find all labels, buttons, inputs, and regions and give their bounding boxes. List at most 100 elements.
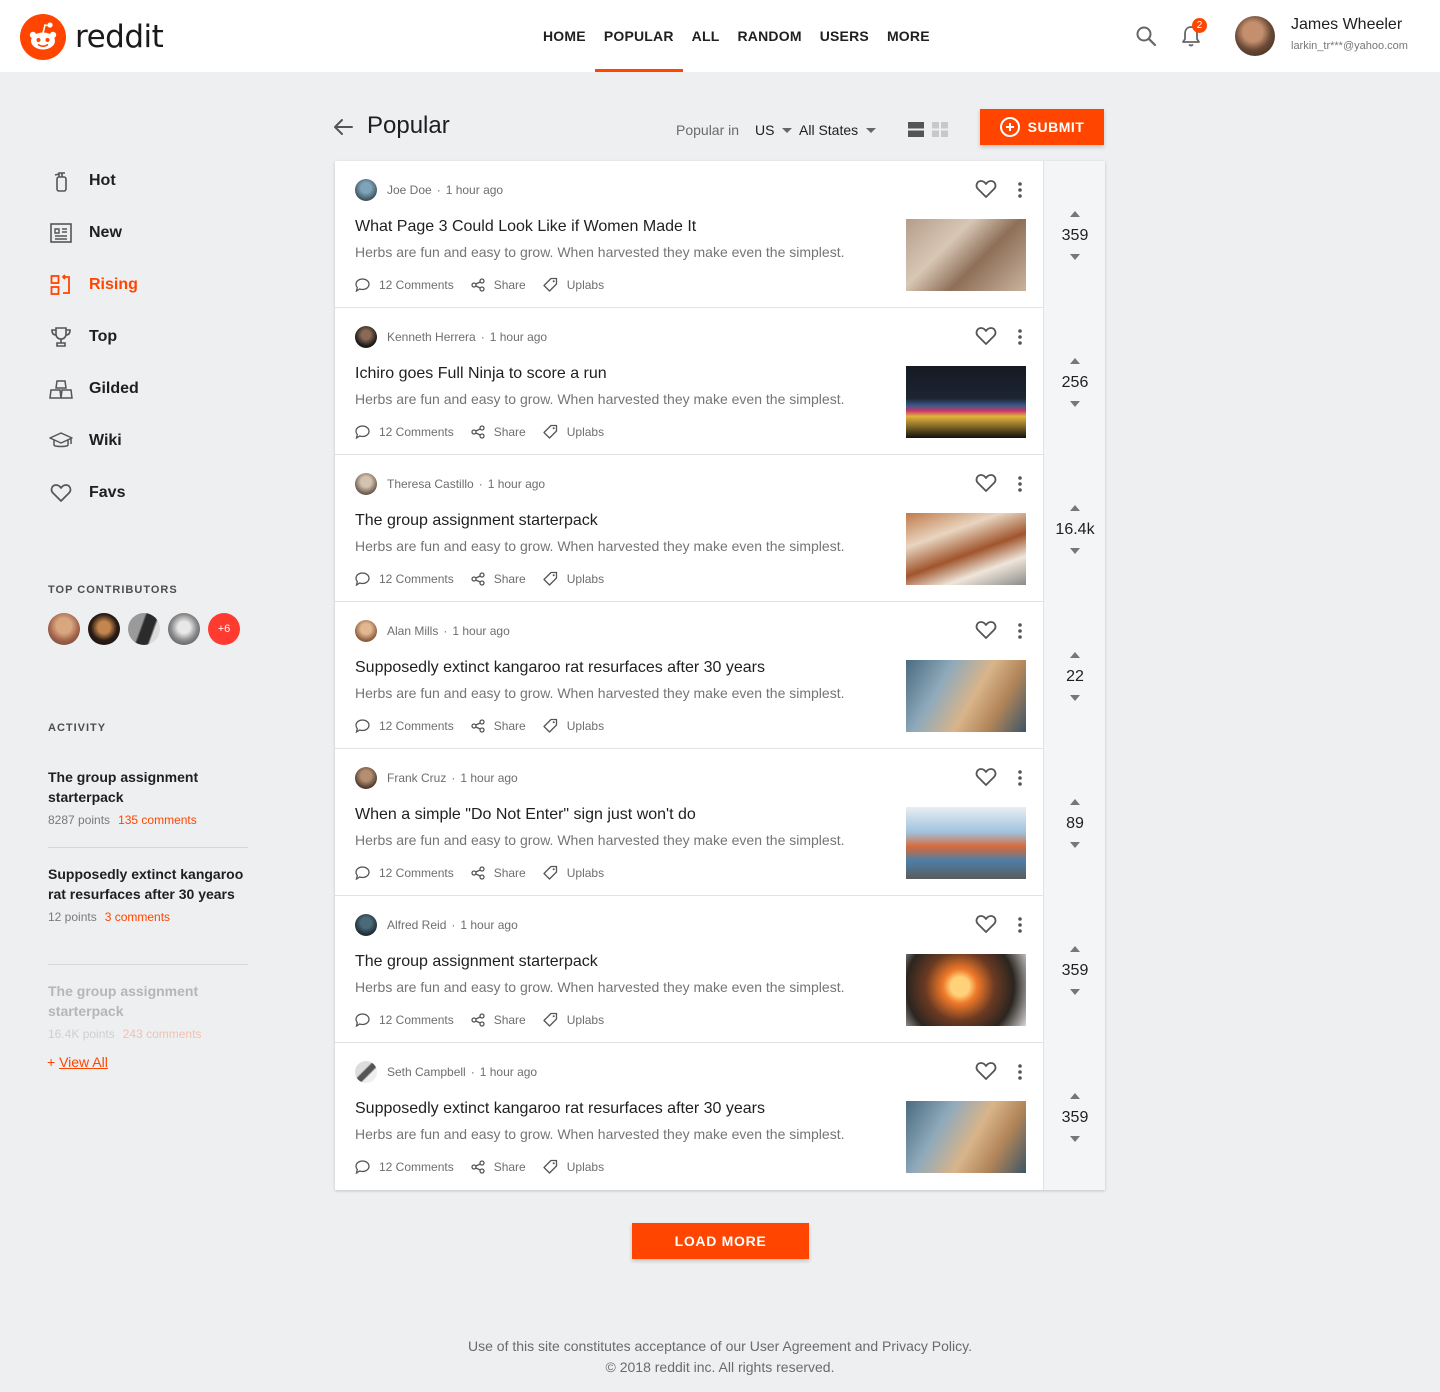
post-thumbnail[interactable]	[906, 954, 1026, 1026]
heart-icon[interactable]	[975, 179, 997, 199]
post-thumbnail[interactable]	[906, 807, 1026, 879]
post-title[interactable]: The group assignment starterpack	[355, 512, 598, 530]
downvote-arrow-icon[interactable]	[1070, 695, 1080, 701]
activity-comments[interactable]: 3 comments	[105, 910, 170, 924]
heart-icon[interactable]	[975, 620, 997, 640]
tag-button[interactable]: Uplabs	[543, 1012, 604, 1027]
heart-icon[interactable]	[975, 1061, 997, 1081]
heart-icon[interactable]	[975, 914, 997, 934]
upvote-arrow-icon[interactable]	[1070, 1093, 1080, 1099]
share-button[interactable]: Share	[471, 719, 526, 733]
tag-button[interactable]: Uplabs	[543, 277, 604, 292]
upvote-arrow-icon[interactable]	[1070, 652, 1080, 658]
user-name[interactable]: James Wheeler	[1291, 16, 1402, 34]
share-button[interactable]: Share	[471, 425, 526, 439]
sidebar-item-favs[interactable]: Favs	[48, 480, 125, 506]
upvote-arrow-icon[interactable]	[1070, 211, 1080, 217]
contributor-avatar[interactable]	[48, 613, 80, 645]
post-thumbnail[interactable]	[906, 366, 1026, 438]
author-avatar[interactable]	[355, 473, 377, 495]
more-options-icon[interactable]	[1011, 1063, 1029, 1081]
grid-view-icon[interactable]	[932, 122, 948, 137]
more-options-icon[interactable]	[1011, 328, 1029, 346]
nav-all[interactable]: ALL	[683, 0, 729, 72]
list-view-icon[interactable]	[908, 122, 924, 137]
contributor-avatar[interactable]	[88, 613, 120, 645]
comments-button[interactable]: 12 Comments	[355, 425, 454, 439]
sidebar-item-top[interactable]: Top	[48, 324, 117, 350]
comments-button[interactable]: 12 Comments	[355, 1013, 454, 1027]
share-button[interactable]: Share	[471, 1013, 526, 1027]
activity-comments[interactable]: 135 comments	[118, 813, 197, 827]
author-avatar[interactable]	[355, 914, 377, 936]
nav-random[interactable]: RANDOM	[729, 0, 811, 72]
nav-home[interactable]: HOME	[534, 0, 595, 72]
post-title[interactable]: When a simple "Do Not Enter" sign just w…	[355, 806, 696, 824]
post-thumbnail[interactable]	[906, 513, 1026, 585]
sidebar-item-new[interactable]: New	[48, 220, 122, 246]
comments-button[interactable]: 12 Comments	[355, 866, 454, 880]
author-avatar[interactable]	[355, 179, 377, 201]
author-avatar[interactable]	[355, 767, 377, 789]
tag-button[interactable]: Uplabs	[543, 865, 604, 880]
share-button[interactable]: Share	[471, 866, 526, 880]
country-select[interactable]: US	[755, 122, 793, 138]
post-thumbnail[interactable]	[906, 1101, 1026, 1173]
author-avatar[interactable]	[355, 1061, 377, 1083]
load-more-button[interactable]: LOAD MORE	[632, 1223, 809, 1259]
activity-item[interactable]: Supposedly extinct kangaroo rat resurfac…	[48, 864, 248, 924]
sidebar-item-wiki[interactable]: Wiki	[48, 428, 122, 454]
post-author[interactable]: Kenneth Herrera	[387, 330, 476, 344]
activity-item[interactable]: The group assignment starterpack 16.4K p…	[48, 981, 248, 1041]
post-author[interactable]: Alan Mills	[387, 624, 438, 638]
user-avatar[interactable]	[1235, 16, 1275, 56]
share-button[interactable]: Share	[471, 572, 526, 586]
activity-item[interactable]: The group assignment starterpack 8287 po…	[48, 767, 248, 827]
author-avatar[interactable]	[355, 326, 377, 348]
post-author[interactable]: Joe Doe	[387, 183, 432, 197]
heart-icon[interactable]	[975, 767, 997, 787]
share-button[interactable]: Share	[471, 278, 526, 292]
sidebar-item-rising[interactable]: Rising	[48, 272, 138, 298]
post-title[interactable]: What Page 3 Could Look Like if Women Mad…	[355, 218, 696, 236]
contributor-avatar[interactable]	[128, 613, 160, 645]
post-title[interactable]: Supposedly extinct kangaroo rat resurfac…	[355, 659, 765, 677]
contributor-avatar[interactable]	[168, 613, 200, 645]
share-button[interactable]: Share	[471, 1160, 526, 1174]
post-author[interactable]: Frank Cruz	[387, 771, 446, 785]
view-all-link[interactable]: + View All	[47, 1054, 108, 1070]
post-title[interactable]: Ichiro goes Full Ninja to score a run	[355, 365, 607, 383]
upvote-arrow-icon[interactable]	[1070, 946, 1080, 952]
comments-button[interactable]: 12 Comments	[355, 278, 454, 292]
heart-icon[interactable]	[975, 473, 997, 493]
author-avatar[interactable]	[355, 620, 377, 642]
upvote-arrow-icon[interactable]	[1070, 358, 1080, 364]
search-icon[interactable]	[1135, 25, 1157, 47]
downvote-arrow-icon[interactable]	[1070, 842, 1080, 848]
downvote-arrow-icon[interactable]	[1070, 401, 1080, 407]
heart-icon[interactable]	[975, 326, 997, 346]
downvote-arrow-icon[interactable]	[1070, 1136, 1080, 1142]
more-options-icon[interactable]	[1011, 916, 1029, 934]
comments-button[interactable]: 12 Comments	[355, 1160, 454, 1174]
comments-button[interactable]: 12 Comments	[355, 572, 454, 586]
post-thumbnail[interactable]	[906, 219, 1026, 291]
back-arrow-icon[interactable]	[332, 117, 354, 137]
reddit-logo[interactable]: reddit	[20, 14, 164, 60]
post-title[interactable]: Supposedly extinct kangaroo rat resurfac…	[355, 1100, 765, 1118]
nav-popular[interactable]: POPULAR	[594, 0, 683, 72]
activity-comments[interactable]: 243 comments	[123, 1027, 202, 1041]
upvote-arrow-icon[interactable]	[1070, 505, 1080, 511]
downvote-arrow-icon[interactable]	[1070, 254, 1080, 260]
tag-button[interactable]: Uplabs	[543, 718, 604, 733]
downvote-arrow-icon[interactable]	[1070, 548, 1080, 554]
post-author[interactable]: Seth Campbell	[387, 1065, 466, 1079]
tag-button[interactable]: Uplabs	[543, 1159, 604, 1174]
more-options-icon[interactable]	[1011, 475, 1029, 493]
sidebar-item-gilded[interactable]: Gilded	[48, 376, 139, 402]
post-author[interactable]: Alfred Reid	[387, 918, 446, 932]
sidebar-item-hot[interactable]: Hot	[48, 168, 116, 194]
more-contributors-badge[interactable]: +6	[208, 613, 240, 645]
region-select[interactable]: All States	[799, 122, 877, 138]
post-thumbnail[interactable]	[906, 660, 1026, 732]
